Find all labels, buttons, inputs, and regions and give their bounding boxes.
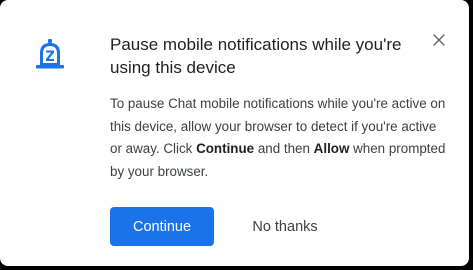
notification-pause-dialog: Pause mobile notifications while you're … bbox=[0, 0, 469, 266]
description-text-2: and then bbox=[254, 141, 314, 156]
no-thanks-button[interactable]: No thanks bbox=[236, 207, 334, 246]
dialog-title: Pause mobile notifications while you're … bbox=[110, 35, 402, 77]
close-button[interactable] bbox=[429, 32, 449, 52]
description-continue-emphasis: Continue bbox=[196, 141, 255, 156]
description-allow-emphasis: Allow bbox=[313, 141, 350, 156]
close-icon[interactable] bbox=[433, 33, 445, 51]
continue-button[interactable]: Continue bbox=[110, 207, 214, 246]
dialog-description: To pause Chat mobile notifications while… bbox=[110, 93, 450, 183]
notification-bell-icon bbox=[35, 38, 65, 72]
